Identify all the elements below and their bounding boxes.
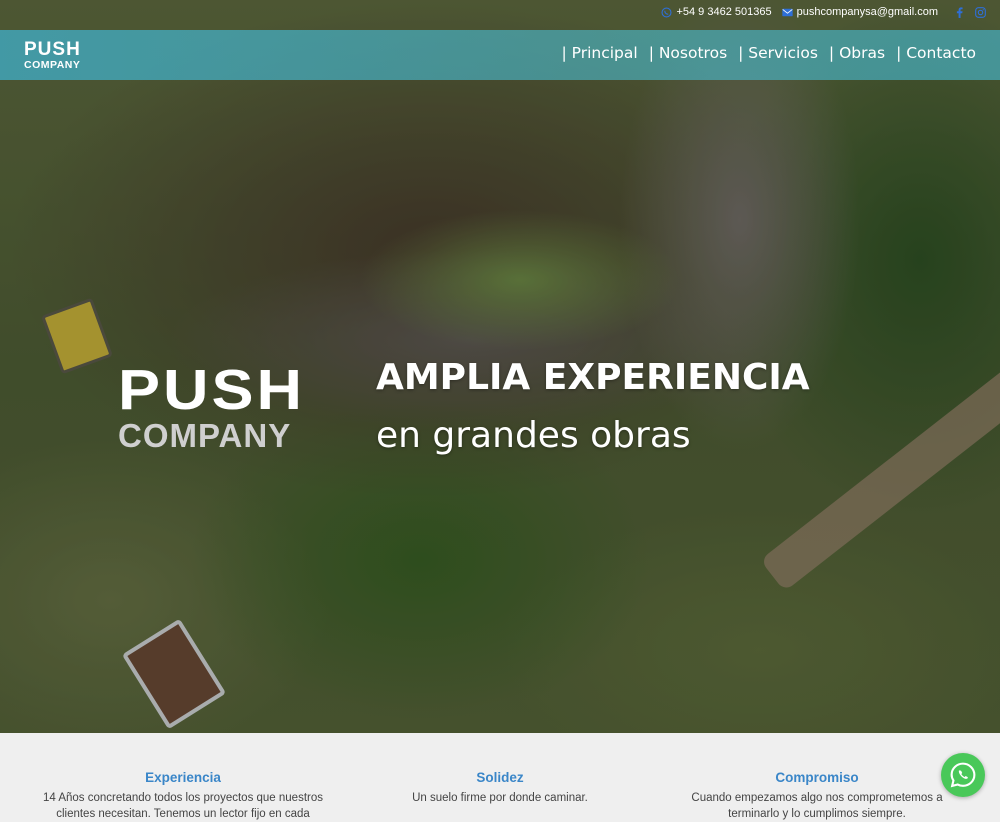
instagram-link[interactable] bbox=[975, 6, 986, 18]
whatsapp-icon bbox=[950, 762, 976, 788]
feature-experiencia: Experiencia 14 Años concretando todos lo… bbox=[22, 770, 344, 822]
feature-text-line: 14 Años concretando todos los proyectos … bbox=[42, 792, 323, 804]
feature-compromiso: Compromiso Cuando empezamos algo nos com… bbox=[658, 770, 976, 822]
brand-logo[interactable]: PUSH COMPANY bbox=[24, 40, 81, 71]
contact-bar: +54 9 3462 501365 pushcompanysa@gmail.co… bbox=[661, 6, 986, 18]
phone-contact[interactable]: +54 9 3462 501365 bbox=[661, 6, 772, 18]
nav-item-principal[interactable]: | Principal bbox=[561, 44, 637, 62]
feature-text: Cuando empezamos algo nos comprometemos … bbox=[658, 790, 976, 822]
features-section: Experiencia 14 Años concretando todos lo… bbox=[0, 733, 1000, 820]
nav-menu: | Principal | Nosotros | Servicios | Obr… bbox=[561, 44, 976, 62]
hero-title: AMPLIA EXPERIENCIA bbox=[376, 357, 810, 398]
email-contact[interactable]: pushcompanysa@gmail.com bbox=[781, 6, 938, 18]
feature-text: 14 Años concretando todos los proyectos … bbox=[22, 790, 344, 822]
whatsapp-button[interactable] bbox=[941, 753, 985, 797]
instagram-icon bbox=[975, 6, 986, 18]
facebook-icon bbox=[956, 6, 963, 18]
feature-text-line: Un suelo firme por donde caminar. bbox=[412, 792, 588, 804]
feature-title: Solidez bbox=[476, 770, 524, 785]
nav-item-nosotros[interactable]: | Nosotros bbox=[649, 44, 727, 62]
main-navbar: PUSH COMPANY | Principal | Nosotros | Se… bbox=[0, 30, 1000, 80]
feature-text-line: terminarlo y lo cumplimos siempre. bbox=[728, 808, 906, 821]
hero-logo-line1: PUSH bbox=[118, 358, 306, 422]
nav-item-obras[interactable]: | Obras bbox=[829, 44, 885, 62]
feature-title: Experiencia bbox=[145, 770, 221, 785]
feature-title: Compromiso bbox=[775, 770, 859, 785]
whatsapp-icon bbox=[661, 6, 672, 18]
brand-logo-line1: PUSH bbox=[24, 39, 81, 60]
feature-solidez: Solidez Un suelo firme por donde caminar… bbox=[340, 770, 660, 806]
feature-text: Un suelo firme por donde caminar. bbox=[340, 790, 660, 806]
feature-text-line: Cuando empezamos algo nos comprometemos … bbox=[691, 792, 943, 804]
feature-text-line: clientes necesitan. Tenemos un lector fi… bbox=[56, 808, 310, 821]
envelope-icon bbox=[781, 8, 793, 16]
email-address: pushcompanysa@gmail.com bbox=[796, 6, 938, 18]
phone-number: +54 9 3462 501365 bbox=[676, 6, 772, 18]
hero-subtitle: en grandes obras bbox=[376, 415, 691, 456]
nav-item-servicios[interactable]: | Servicios bbox=[738, 44, 818, 62]
facebook-link[interactable] bbox=[954, 6, 965, 18]
brand-logo-line2: COMPANY bbox=[24, 59, 81, 71]
hero-logo-line2: COMPANY bbox=[118, 417, 292, 454]
nav-item-contacto[interactable]: | Contacto bbox=[896, 44, 976, 62]
hero-logo: PUSH COMPANY bbox=[118, 362, 305, 452]
